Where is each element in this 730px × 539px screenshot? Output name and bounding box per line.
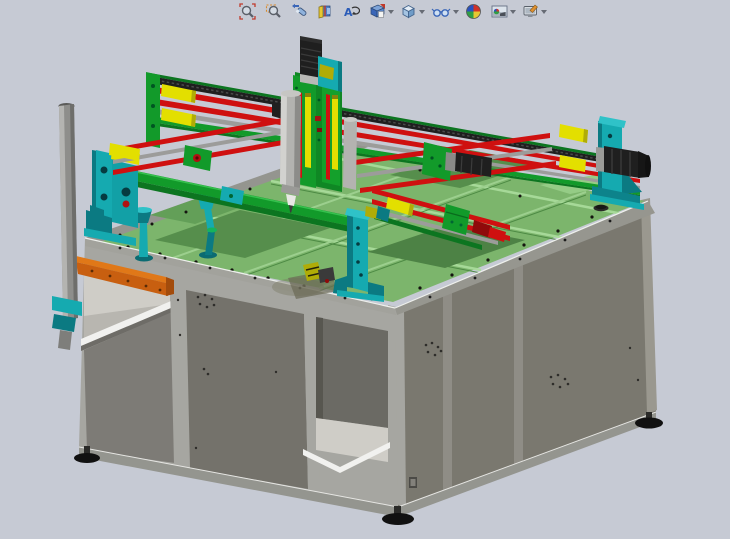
solidworks-graphics-window: A	[0, 0, 730, 539]
graphics-area[interactable]	[0, 0, 730, 539]
cable-post[interactable]	[52, 103, 82, 350]
z-axis-assembly[interactable]	[280, 36, 357, 213]
